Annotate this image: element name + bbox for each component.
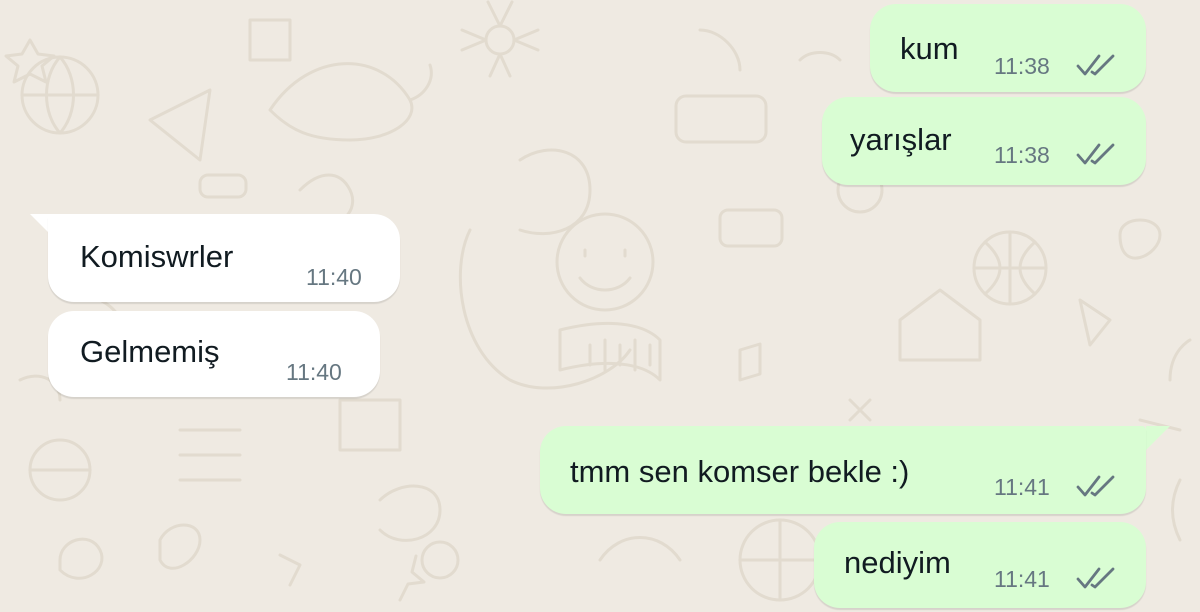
message-time: 11:41 bbox=[994, 474, 1050, 500]
double-check-icon bbox=[1076, 143, 1115, 165]
double-check-icon bbox=[1076, 475, 1115, 497]
message-time: 11:40 bbox=[286, 359, 342, 385]
message-bubble-incoming[interactable]: Gelmemiş 11:40 bbox=[48, 311, 380, 397]
message-text: Komiswrler bbox=[80, 239, 234, 274]
message-time: 11:38 bbox=[994, 142, 1050, 168]
message-bubble-outgoing[interactable]: yarışlar 11:38 bbox=[822, 97, 1146, 185]
message-time: 11:41 bbox=[994, 566, 1050, 592]
message-bubble-outgoing[interactable]: tmm sen komser bekle :) 11:41 bbox=[540, 426, 1146, 514]
message-text: nediyim bbox=[844, 545, 951, 580]
message-text: kum bbox=[900, 31, 959, 66]
message-text: Gelmemiş bbox=[80, 334, 220, 369]
message-time: 11:40 bbox=[306, 264, 362, 290]
message-text: tmm sen komser bekle :) bbox=[570, 454, 910, 489]
double-check-icon bbox=[1076, 567, 1115, 589]
message-time: 11:38 bbox=[994, 53, 1050, 79]
message-bubble-incoming[interactable]: Komiswrler 11:40 bbox=[48, 214, 400, 302]
message-bubble-outgoing[interactable]: nediyim 11:41 bbox=[814, 522, 1146, 608]
message-bubble-outgoing[interactable]: kum 11:38 bbox=[870, 4, 1146, 92]
bubble-tail bbox=[1146, 426, 1170, 450]
double-check-icon bbox=[1076, 54, 1115, 76]
message-text: yarışlar bbox=[850, 122, 952, 157]
